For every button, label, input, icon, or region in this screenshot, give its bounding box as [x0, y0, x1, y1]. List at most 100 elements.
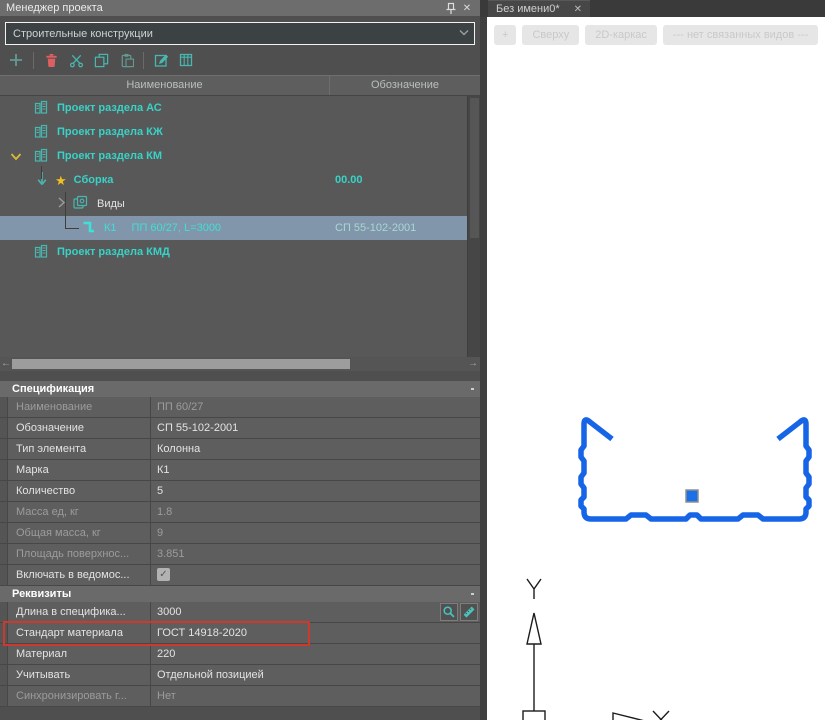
prop-row-total-mass: Общая масса, кг 9 [0, 523, 480, 544]
x-axis [613, 711, 669, 720]
row-gutter [0, 686, 8, 706]
row-gutter [0, 481, 8, 501]
scrollbar-thumb[interactable] [470, 98, 479, 238]
column-header-designation[interactable]: Обозначение [330, 76, 480, 95]
prop-value[interactable]: СП 55-102-2001 [150, 418, 480, 438]
tree-item-project-kzh[interactable]: Проект раздела КЖ [0, 120, 467, 144]
prop-value[interactable]: ГОСТ 14918-2020 [150, 623, 480, 643]
panel-divider[interactable] [480, 17, 487, 720]
tree-connector-line [65, 192, 66, 228]
prop-value: ✓ [150, 565, 480, 585]
prop-row-mark[interactable]: Марка К1 [0, 460, 480, 481]
prop-row-quantity[interactable]: Количество 5 [0, 481, 480, 502]
prop-label: Синхронизировать г... [8, 686, 150, 706]
section-collapse-dot [471, 593, 474, 595]
search-icon[interactable] [440, 603, 458, 621]
copy-icon[interactable] [92, 51, 110, 69]
prop-value[interactable]: Отдельной позицией [150, 665, 480, 685]
tree-connector-line [41, 166, 42, 179]
building-icon [34, 124, 48, 141]
profile-drawing [487, 17, 825, 720]
origin-box [523, 711, 545, 720]
prop-row-account-as[interactable]: Учитывать Отдельной позицией [0, 665, 480, 686]
expander-chevron-down-icon[interactable] [10, 152, 22, 164]
prop-row-designation[interactable]: Обозначение СП 55-102-2001 [0, 418, 480, 439]
tree-item-project-as[interactable]: Проект раздела АС [0, 96, 467, 120]
tree-item-project-kmd[interactable]: Проект раздела КМД [0, 240, 467, 264]
document-tab[interactable]: Без имени0* ✕ [488, 0, 590, 17]
specification-header[interactable]: Спецификация [0, 381, 480, 397]
prop-label: Обозначение [8, 418, 150, 438]
scroll-left-arrow[interactable]: ← [0, 357, 12, 371]
view-direction-button[interactable]: Сверху [522, 25, 579, 45]
checkbox-checked[interactable]: ✓ [157, 568, 170, 581]
add-icon[interactable] [7, 51, 25, 69]
row-gutter [0, 644, 8, 664]
prop-label: Длина в специфика... [8, 602, 150, 622]
prop-label: Марка [8, 460, 150, 480]
prop-row-element-type[interactable]: Тип элемента Колонна [0, 439, 480, 460]
edit-icon[interactable] [152, 51, 170, 69]
prop-value: 3.851 [150, 544, 480, 564]
prop-value[interactable]: 220 [150, 644, 480, 664]
column-header-name[interactable]: Наименование [0, 76, 330, 95]
building-icon [34, 148, 48, 165]
add-view-button[interactable]: + [494, 25, 516, 45]
row-gutter [0, 665, 8, 685]
row-gutter [0, 439, 8, 459]
document-tabbar: Без имени0* ✕ [480, 0, 825, 17]
tree-item-label: Виды [97, 198, 125, 210]
prop-row-synchronize: Синхронизировать г... Нет [0, 686, 480, 707]
paste-icon[interactable] [117, 51, 135, 69]
row-gutter [0, 502, 8, 522]
prop-row-spec-length[interactable]: Длина в специфика... 3000 [0, 602, 480, 623]
panel-title: Менеджер проекта [6, 2, 103, 14]
project-tree: Проект раздела АС Проект раздела КЖ Прое… [0, 96, 467, 357]
cut-icon[interactable] [67, 51, 85, 69]
prop-row-include-in-list[interactable]: Включать в ведомос... ✓ [0, 565, 480, 586]
row-gutter [0, 397, 8, 417]
scrollbar-thumb[interactable] [12, 359, 350, 369]
profile-outline [581, 420, 809, 519]
prop-label: Общая масса, кг [8, 523, 150, 543]
toolbar-separator [143, 52, 144, 69]
table-icon[interactable] [177, 51, 195, 69]
measure-ruler-icon[interactable] [460, 603, 478, 621]
attributes-header[interactable]: Реквизиты [0, 586, 480, 602]
prop-row-unit-mass: Масса ед, кг 1.8 [0, 502, 480, 523]
application-window: Менеджер проекта ✕ Строительные конструк… [0, 0, 825, 720]
tree-vertical-scrollbar[interactable] [467, 96, 480, 357]
display-mode-button[interactable]: 2D-каркас [585, 25, 657, 45]
prop-row-material-standard[interactable]: Стандарт материала ГОСТ 14918-2020 [0, 623, 480, 644]
prop-value[interactable]: 3000 [150, 602, 480, 622]
prop-row-surface-area: Площадь поверхнос... 3.851 [0, 544, 480, 565]
delete-icon[interactable] [42, 51, 60, 69]
panel-titlebar: Менеджер проекта ✕ [0, 0, 480, 16]
prop-value[interactable]: К1 [150, 460, 480, 480]
row-gutter [0, 460, 8, 480]
attributes-section: Реквизиты Длина в специфика... 3000 [0, 586, 480, 707]
prop-value: Нет [150, 686, 480, 706]
origin-handle [686, 490, 698, 502]
tree-item-project-km[interactable]: Проект раздела КМ [0, 144, 467, 168]
tab-close-icon[interactable]: ✕ [574, 4, 582, 15]
panel-toolbar [0, 45, 480, 75]
close-panel-icon[interactable]: ✕ [459, 1, 475, 15]
tree-item-views[interactable]: Виды [0, 192, 467, 216]
drawing-canvas[interactable]: + Сверху 2D-каркас --- нет связанных вид… [487, 17, 825, 720]
prop-value[interactable]: Колонна [150, 439, 480, 459]
building-icon [34, 244, 48, 261]
scroll-right-arrow[interactable]: → [467, 357, 479, 371]
tree-item-assembly[interactable]: ★ Сборка 00.00 [0, 168, 467, 192]
specification-section: Спецификация Наименование ПП 60/27 Обозн… [0, 381, 480, 586]
prop-label: Материал [8, 644, 150, 664]
prop-value[interactable]: 5 [150, 481, 480, 501]
prop-row-material[interactable]: Материал 220 [0, 644, 480, 665]
tree-connector-line [65, 228, 79, 229]
pin-icon[interactable] [443, 1, 459, 15]
linked-views-button[interactable]: --- нет связанных видов --- [663, 25, 818, 45]
category-dropdown[interactable]: Строительные конструкции [5, 22, 475, 45]
tree-item-label: Проект раздела КМД [57, 246, 170, 258]
row-gutter [0, 544, 8, 564]
tree-horizontal-scrollbar[interactable]: ← → [0, 357, 480, 371]
